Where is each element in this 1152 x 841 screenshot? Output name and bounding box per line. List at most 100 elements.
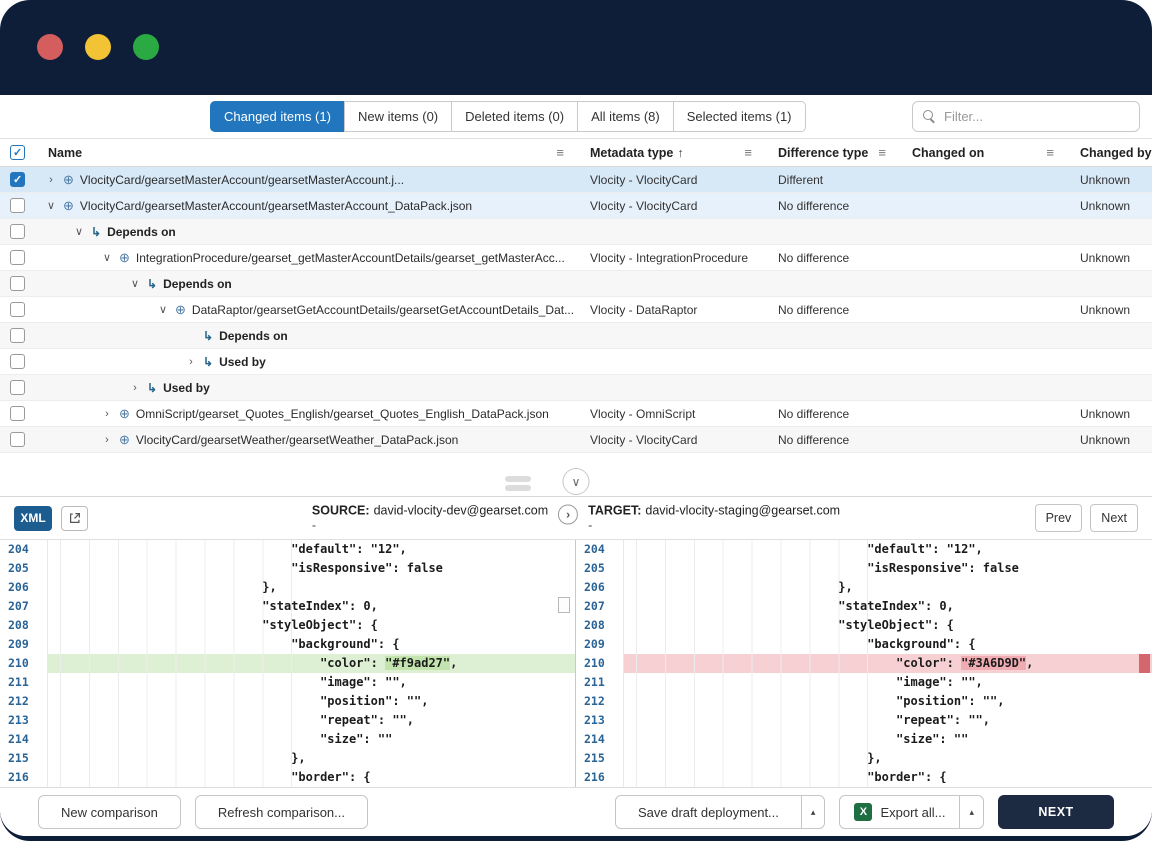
table-row[interactable]: ∨⊕IntegrationProcedure/gearset_getMaster… (0, 245, 1152, 271)
row-checkbox[interactable] (10, 380, 25, 395)
table-row[interactable]: ›⊕OmniScript/gearset_Quotes_English/gear… (0, 401, 1152, 427)
row-checkbox[interactable] (10, 198, 25, 213)
chevron-down-icon[interactable]: ∨ (129, 277, 141, 290)
chevron-right-icon[interactable]: › (185, 356, 197, 368)
chevron-down-icon[interactable]: ∨ (45, 199, 57, 212)
chevron-down-icon[interactable]: ∨ (157, 303, 169, 316)
source-to-target-arrow-icon: › (558, 505, 578, 525)
chevron-down-icon[interactable]: ∨ (73, 225, 85, 238)
row-checkbox-cell (0, 401, 40, 426)
column-header-changed-by[interactable]: Changed by (1068, 139, 1152, 166)
changed-by-cell: Unknown (1068, 433, 1152, 447)
table-row[interactable]: ∨↳Depends on (0, 271, 1152, 297)
overview-viewport-indicator[interactable] (558, 597, 570, 613)
column-menu-icon[interactable]: ≡ (744, 145, 752, 160)
row-checkbox[interactable] (10, 276, 25, 291)
table-row[interactable]: ∨⊕DataRaptor/gearsetGetAccountDetails/ge… (0, 297, 1152, 323)
source-org-name: - (312, 519, 548, 533)
splitter-drag-handle[interactable] (505, 485, 531, 491)
tab-all-items-8[interactable]: All items (8) (577, 101, 674, 132)
column-label: Changed by (1080, 146, 1152, 160)
code-text: "background": { (624, 635, 1152, 654)
next-step-button[interactable]: NEXT (998, 795, 1114, 829)
column-header-metadata-type[interactable]: Metadata type↑ ≡ (578, 139, 766, 166)
save-draft-deployment-button[interactable]: Save draft deployment... (615, 795, 802, 829)
splitter-drag-handle[interactable] (505, 476, 531, 482)
row-checkbox[interactable] (10, 328, 25, 343)
code-line: 207 "stateIndex": 0, (576, 597, 1152, 616)
next-difference-button[interactable]: Next (1090, 504, 1138, 532)
table-row[interactable]: ›⊕VlocityCard/gearsetWeather/gearsetWeat… (0, 427, 1152, 453)
xml-format-button[interactable]: XML (14, 506, 52, 531)
filter-box[interactable] (912, 101, 1140, 132)
name-cell: ∨↳Depends on (40, 219, 578, 244)
column-label: Name (48, 146, 82, 160)
row-checkbox[interactable] (10, 302, 25, 317)
chevron-down-icon[interactable]: ∨ (101, 251, 113, 264)
chevron-right-icon[interactable]: › (45, 174, 57, 186)
item-name: VlocityCard/gearsetMasterAccount/gearset… (80, 199, 472, 213)
row-checkbox[interactable] (10, 406, 25, 421)
item-name: OmniScript/gearset_Quotes_English/gearse… (136, 407, 549, 421)
select-all-checkbox[interactable] (10, 145, 25, 160)
column-menu-icon[interactable]: ≡ (556, 145, 564, 160)
column-header-name[interactable]: Name ≡ (40, 139, 578, 166)
diff-body: 204 "default": "12",205 "isResponsive": … (0, 540, 1152, 787)
main-content: Changed items (1)New items (0)Deleted it… (0, 95, 1152, 836)
chevron-right-icon[interactable]: › (101, 434, 113, 446)
row-checkbox[interactable] (10, 432, 25, 447)
excel-icon: X (854, 803, 872, 821)
row-checkbox-cell (0, 245, 40, 270)
column-header-difference-type[interactable]: Difference type ≡ (766, 139, 900, 166)
name-cell: ↳Depends on (40, 323, 578, 348)
row-checkbox[interactable] (10, 224, 25, 239)
column-menu-icon[interactable]: ≡ (878, 145, 886, 160)
tab-deleted-items-0[interactable]: Deleted items (0) (451, 101, 578, 132)
table-row[interactable]: ∨↳Depends on (0, 219, 1152, 245)
save-draft-dropdown-button[interactable]: ▴ (802, 795, 826, 829)
line-number: 215 (576, 749, 624, 768)
row-checkbox-cell (0, 323, 40, 348)
name-cell: ›↳Used by (40, 375, 578, 400)
code-line: 210 "color": "#f9ad27", (0, 654, 575, 673)
overview-diff-marker[interactable] (1139, 654, 1150, 673)
source-code-panel[interactable]: 204 "default": "12",205 "isResponsive": … (0, 540, 576, 787)
footer-toolbar: New comparison Refresh comparison... Sav… (0, 787, 1152, 836)
chevron-right-icon[interactable]: › (101, 408, 113, 420)
minimize-window-button[interactable] (85, 34, 111, 60)
metadata-type-cell: Vlocity - IntegrationProcedure (578, 251, 766, 265)
tab-selected-items-1[interactable]: Selected items (1) (673, 101, 806, 132)
collapse-diff-panel-button[interactable]: ∨ (563, 468, 590, 495)
table-row[interactable]: ∨⊕VlocityCard/gearsetMasterAccount/gears… (0, 193, 1152, 219)
export-all-button[interactable]: X Export all... (839, 795, 960, 829)
line-number: 216 (0, 768, 48, 787)
close-window-button[interactable] (37, 34, 63, 60)
prev-difference-button[interactable]: Prev (1035, 504, 1083, 532)
chevron-right-icon[interactable]: › (129, 382, 141, 394)
table-row[interactable]: ›⊕VlocityCard/gearsetMasterAccount/gears… (0, 167, 1152, 193)
row-checkbox[interactable] (10, 250, 25, 265)
tab-new-items-0[interactable]: New items (0) (344, 101, 452, 132)
row-checkbox[interactable] (10, 172, 25, 187)
row-checkbox[interactable] (10, 354, 25, 369)
code-text: }, (48, 578, 575, 597)
refresh-comparison-button[interactable]: Refresh comparison... (195, 795, 368, 829)
column-menu-icon[interactable]: ≡ (1046, 145, 1054, 160)
share-icon (68, 511, 82, 525)
target-code-panel[interactable]: 204 "default": "12",205 "isResponsive": … (576, 540, 1152, 787)
table-row[interactable]: ›↳Used by (0, 375, 1152, 401)
filter-input[interactable] (944, 109, 1129, 124)
table-row[interactable]: ›↳Used by (0, 349, 1152, 375)
code-line: 208 "styleObject": { (576, 616, 1152, 635)
row-checkbox-cell (0, 271, 40, 296)
code-text: "default": "12", (48, 540, 575, 559)
export-diff-button[interactable] (61, 506, 88, 531)
new-comparison-button[interactable]: New comparison (38, 795, 181, 829)
table-row[interactable]: ↳Depends on (0, 323, 1152, 349)
column-header-changed-on[interactable]: Changed on ≡ (900, 139, 1068, 166)
code-line: 214 "size": "" (0, 730, 575, 749)
tab-changed-items-1[interactable]: Changed items (1) (210, 101, 345, 132)
maximize-window-button[interactable] (133, 34, 159, 60)
export-all-dropdown-button[interactable]: ▴ (960, 795, 984, 829)
code-line: 214 "size": "" (576, 730, 1152, 749)
